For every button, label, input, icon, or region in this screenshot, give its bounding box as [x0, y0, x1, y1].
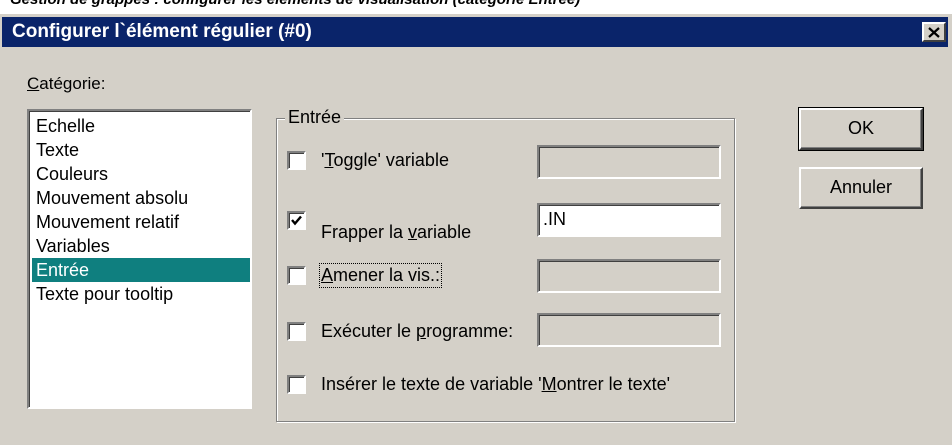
- window-title: Configurer l`élément régulier (#0): [12, 21, 312, 42]
- tap-variable-checkbox[interactable]: [287, 211, 306, 230]
- category-listbox[interactable]: Echelle Texte Couleurs Mouvement absolu …: [27, 109, 252, 409]
- zoom-to-vis-label[interactable]: Amener la vis.:: [318, 263, 443, 288]
- category-item-entree[interactable]: Entrée: [32, 258, 250, 282]
- category-item-mouvement-absolu[interactable]: Mouvement absolu: [32, 186, 250, 210]
- close-icon: [928, 26, 940, 38]
- category-item-variables[interactable]: Variables: [32, 234, 250, 258]
- tap-variable-label[interactable]: Frapper la variable: [321, 222, 471, 243]
- tap-variable-field[interactable]: .IN: [537, 203, 721, 237]
- category-item-echelle[interactable]: Echelle: [32, 114, 250, 138]
- execute-program-field[interactable]: [537, 313, 721, 347]
- zoom-to-vis-checkbox[interactable]: [287, 266, 306, 285]
- cancel-button[interactable]: Annuler: [799, 167, 923, 209]
- category-item-texte[interactable]: Texte: [32, 138, 250, 162]
- title-bar: Configurer l`élément régulier (#0): [2, 17, 948, 47]
- execute-program-checkbox[interactable]: [287, 322, 306, 341]
- checkmark-icon: [291, 215, 302, 226]
- category-item-mouvement-relatif[interactable]: Mouvement relatif: [32, 210, 250, 234]
- toggle-variable-field[interactable]: [537, 145, 721, 179]
- zoom-to-vis-field[interactable]: [537, 259, 721, 293]
- toggle-variable-checkbox[interactable]: [287, 151, 306, 170]
- ok-button[interactable]: OK: [798, 107, 924, 151]
- category-item-couleurs[interactable]: Couleurs: [32, 162, 250, 186]
- insert-variable-text-checkbox[interactable]: [287, 375, 306, 394]
- execute-program-label[interactable]: Exécuter le programme:: [321, 321, 513, 342]
- input-group-title: Entrée: [285, 107, 345, 128]
- caption-strip: Gestion de grappes : configurer les élém…: [0, 0, 952, 14]
- insert-variable-text-label[interactable]: Insérer le texte de variable 'Montrer le…: [321, 374, 670, 395]
- dialog-window: Configurer l`élément régulier (#0) Catég…: [0, 14, 952, 445]
- category-item-texte-tooltip[interactable]: Texte pour tooltip: [32, 282, 250, 306]
- caption-text: Gestion de grappes : configurer les élém…: [10, 0, 580, 8]
- toggle-variable-label[interactable]: 'Toggle' variable: [321, 150, 449, 171]
- category-label: Catégorie:: [27, 74, 106, 93]
- close-button[interactable]: [922, 22, 946, 42]
